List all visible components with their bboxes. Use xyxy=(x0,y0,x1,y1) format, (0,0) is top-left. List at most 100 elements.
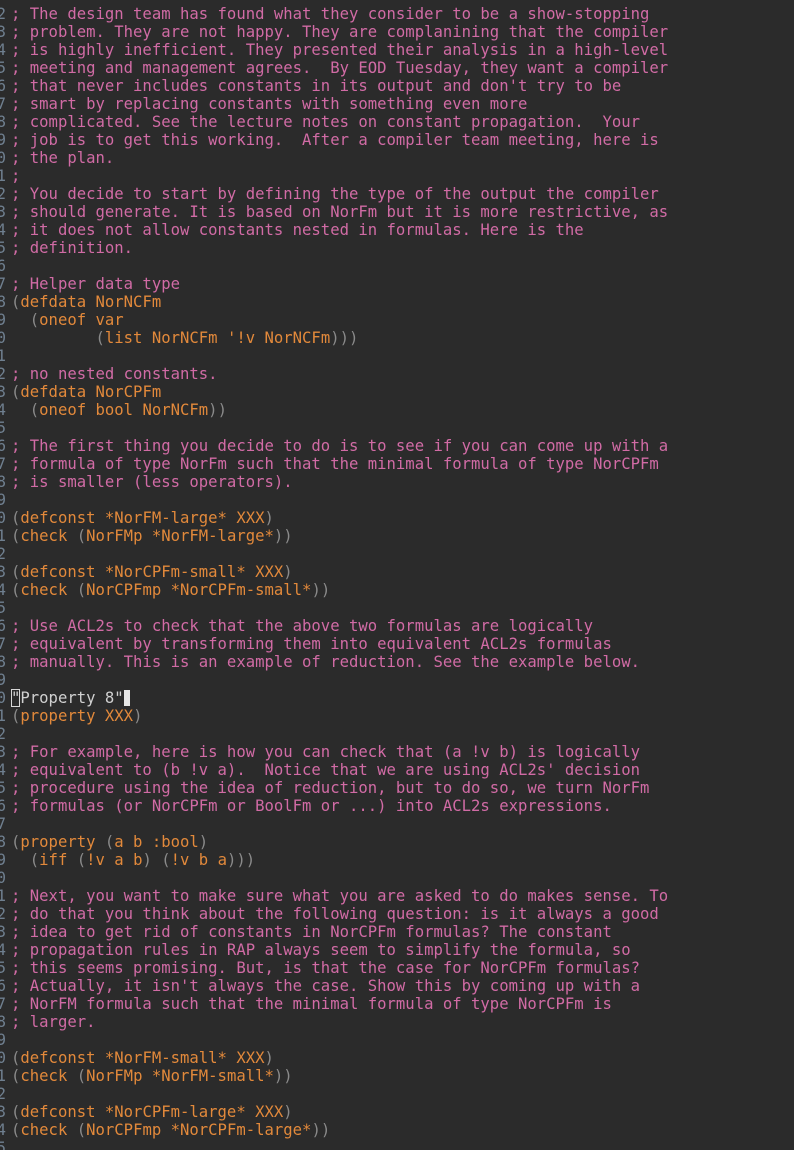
line-number: 3 xyxy=(0,383,6,401)
blank-line[interactable] xyxy=(11,815,794,833)
code-token: defconst *NorFM-small* XXX xyxy=(20,1049,265,1067)
line-number: 0 xyxy=(0,689,6,707)
code-line[interactable]: (check (NorCPFmp *NorCPFm-large*)) xyxy=(11,1121,794,1139)
close-paren: ) xyxy=(349,329,359,347)
comment-line[interactable]: ; is highly inefficient. They presented … xyxy=(11,41,794,59)
comment-line[interactable]: ; idea to get rid of constants in NorCPF… xyxy=(11,923,794,941)
comment-line[interactable]: ; formulas (or NorCPFm or BoolFm or ...)… xyxy=(11,797,794,815)
comment-line[interactable]: ; For example, here is how you can check… xyxy=(11,743,794,761)
comment-line[interactable]: ; this seems promising. But, is that the… xyxy=(11,959,794,977)
blank-line[interactable] xyxy=(11,347,794,365)
comment-line[interactable]: ; formula of type NorFm such that the mi… xyxy=(11,455,794,473)
comment-line[interactable]: ; job is to get this working. After a co… xyxy=(11,131,794,149)
code-line[interactable]: (oneof var xyxy=(11,311,794,329)
close-paren: ) xyxy=(283,563,293,581)
code-token: NorFMp *NorFM-large* xyxy=(86,527,274,545)
blank-line[interactable] xyxy=(11,599,794,617)
string-literal: Property 8" xyxy=(20,689,124,707)
code-line[interactable]: (defconst *NorCPFm-small* XXX) xyxy=(11,563,794,581)
blank-line[interactable] xyxy=(11,545,794,563)
code-line[interactable]: (property XXX) xyxy=(11,707,794,725)
blank-line[interactable] xyxy=(11,671,794,689)
line-number: 1 xyxy=(0,527,6,545)
comment-line[interactable]: ; procedure using the idea of reduction,… xyxy=(11,779,794,797)
close-paren: ) xyxy=(320,1121,331,1139)
blank-line[interactable] xyxy=(11,869,794,887)
open-paren: ( xyxy=(95,329,105,347)
blank-line[interactable] xyxy=(11,419,794,437)
line-number: 3 xyxy=(0,923,6,941)
code-editor[interactable]: 2345678901234567890123456789012345678901… xyxy=(0,0,794,1150)
code-line[interactable]: (defconst *NorFM-large* XXX) xyxy=(11,509,794,527)
line-number: 3 xyxy=(0,563,6,581)
comment-line[interactable]: ; Use ACL2s to check that the above two … xyxy=(11,617,794,635)
comment-text: ; equivalent to (b !v a). Notice that we… xyxy=(11,761,641,779)
code-line[interactable]: (check (NorFMp *NorFM-small*)) xyxy=(11,1067,794,1085)
comment-line[interactable]: ; is smaller (less operators). xyxy=(11,473,794,491)
line-number: 4 xyxy=(0,41,6,59)
comment-line[interactable]: ; complicated. See the lecture notes on … xyxy=(11,113,794,131)
comment-text: ; is highly inefficient. They presented … xyxy=(11,41,669,59)
line-number: 9 xyxy=(0,671,6,689)
code-line[interactable]: (defconst *NorFM-small* XXX) xyxy=(11,1049,794,1067)
code-line[interactable]: (defconst *NorCPFm-large* XXX) xyxy=(11,1103,794,1121)
comment-line[interactable]: ; do that you think about the following … xyxy=(11,905,794,923)
comment-line[interactable]: ; no nested constants. xyxy=(11,365,794,383)
comment-line[interactable]: ; should generate. It is based on NorFm … xyxy=(11,203,794,221)
comment-line[interactable]: ; You decide to start by defining the ty… xyxy=(11,185,794,203)
blank-line[interactable] xyxy=(11,1031,794,1049)
open-paren: ( xyxy=(11,383,21,401)
code-line[interactable]: (list NorNCFm '!v NorNCFm))) xyxy=(11,329,794,347)
close-paren: ) xyxy=(236,851,246,869)
comment-text: ; NorFM formula such that the minimal fo… xyxy=(11,995,612,1013)
comment-text: ; job is to get this working. After a co… xyxy=(11,131,659,149)
comment-line[interactable]: ; equivalent to (b !v a). Notice that we… xyxy=(11,761,794,779)
comment-text: ; formula of type NorFm such that the mi… xyxy=(11,455,659,473)
blank-line[interactable] xyxy=(11,725,794,743)
comment-line[interactable]: ; Helper data type xyxy=(11,275,794,293)
comment-line[interactable]: ; NorFM formula such that the minimal fo… xyxy=(11,995,794,1013)
line-number: 2 xyxy=(0,5,6,23)
comment-line[interactable]: ; propagation rules in RAP always seem t… xyxy=(11,941,794,959)
comment-line[interactable]: ; problem. They are not happy. They are … xyxy=(11,23,794,41)
comment-line[interactable]: ; Next, you want to make sure what you a… xyxy=(11,887,794,905)
string-line[interactable]: "Property 8" xyxy=(11,689,794,707)
code-line[interactable]: (oneof bool NorNCFm)) xyxy=(11,401,794,419)
code-line[interactable]: (defdata NorCPFm xyxy=(11,383,794,401)
line-number: 2 xyxy=(0,1085,6,1103)
comment-line[interactable]: ; meeting and management agrees. By EOD … xyxy=(11,59,794,77)
open-paren: ( xyxy=(11,1067,21,1085)
comment-line[interactable]: ; that never includes constants in its o… xyxy=(11,77,794,95)
close-paren: ) xyxy=(273,527,284,545)
comment-line[interactable]: ; xyxy=(11,167,794,185)
code-line[interactable]: (defdata NorNCFm xyxy=(11,293,794,311)
blank-line[interactable] xyxy=(11,257,794,275)
comment-line[interactable]: ; larger. xyxy=(11,1013,794,1031)
text-cursor xyxy=(123,690,130,706)
line-number: 9 xyxy=(0,491,6,509)
comment-line[interactable]: ; the plan. xyxy=(11,149,794,167)
open-paren: ( xyxy=(11,707,21,725)
comment-line[interactable]: ; definition. xyxy=(11,239,794,257)
comment-line[interactable]: ; equivalent by transforming them into e… xyxy=(11,635,794,653)
line-number: 5 xyxy=(0,59,6,77)
comment-line[interactable]: ; The design team has found what they co… xyxy=(11,5,794,23)
line-number: 0 xyxy=(0,149,6,167)
code-line[interactable]: (check (NorCPFmp *NorCPFm-small*)) xyxy=(11,581,794,599)
code-line[interactable]: (check (NorFMp *NorFM-large*)) xyxy=(11,527,794,545)
comment-line[interactable]: ; smart by replacing constants with some… xyxy=(11,95,794,113)
code-text-area[interactable]: ; The design team has found what they co… xyxy=(11,5,794,1139)
code-line[interactable]: (iff (!v a b) (!v b a))) xyxy=(11,851,794,869)
open-paren: ( xyxy=(161,851,171,869)
comment-line[interactable]: ; The first thing you decide to do is to… xyxy=(11,437,794,455)
code-line[interactable]: (property (a b :bool) xyxy=(11,833,794,851)
line-number: 6 xyxy=(0,257,6,275)
comment-line[interactable]: ; it does not allow constants nested in … xyxy=(11,221,794,239)
comment-line[interactable]: ; Actually, it isn't always the case. Sh… xyxy=(11,977,794,995)
blank-line[interactable] xyxy=(11,491,794,509)
blank-line[interactable] xyxy=(11,1085,794,1103)
comment-line[interactable]: ; manually. This is an example of reduct… xyxy=(11,653,794,671)
line-number: 9 xyxy=(0,1031,6,1049)
comment-text: ; Use ACL2s to check that the above two … xyxy=(11,617,594,635)
